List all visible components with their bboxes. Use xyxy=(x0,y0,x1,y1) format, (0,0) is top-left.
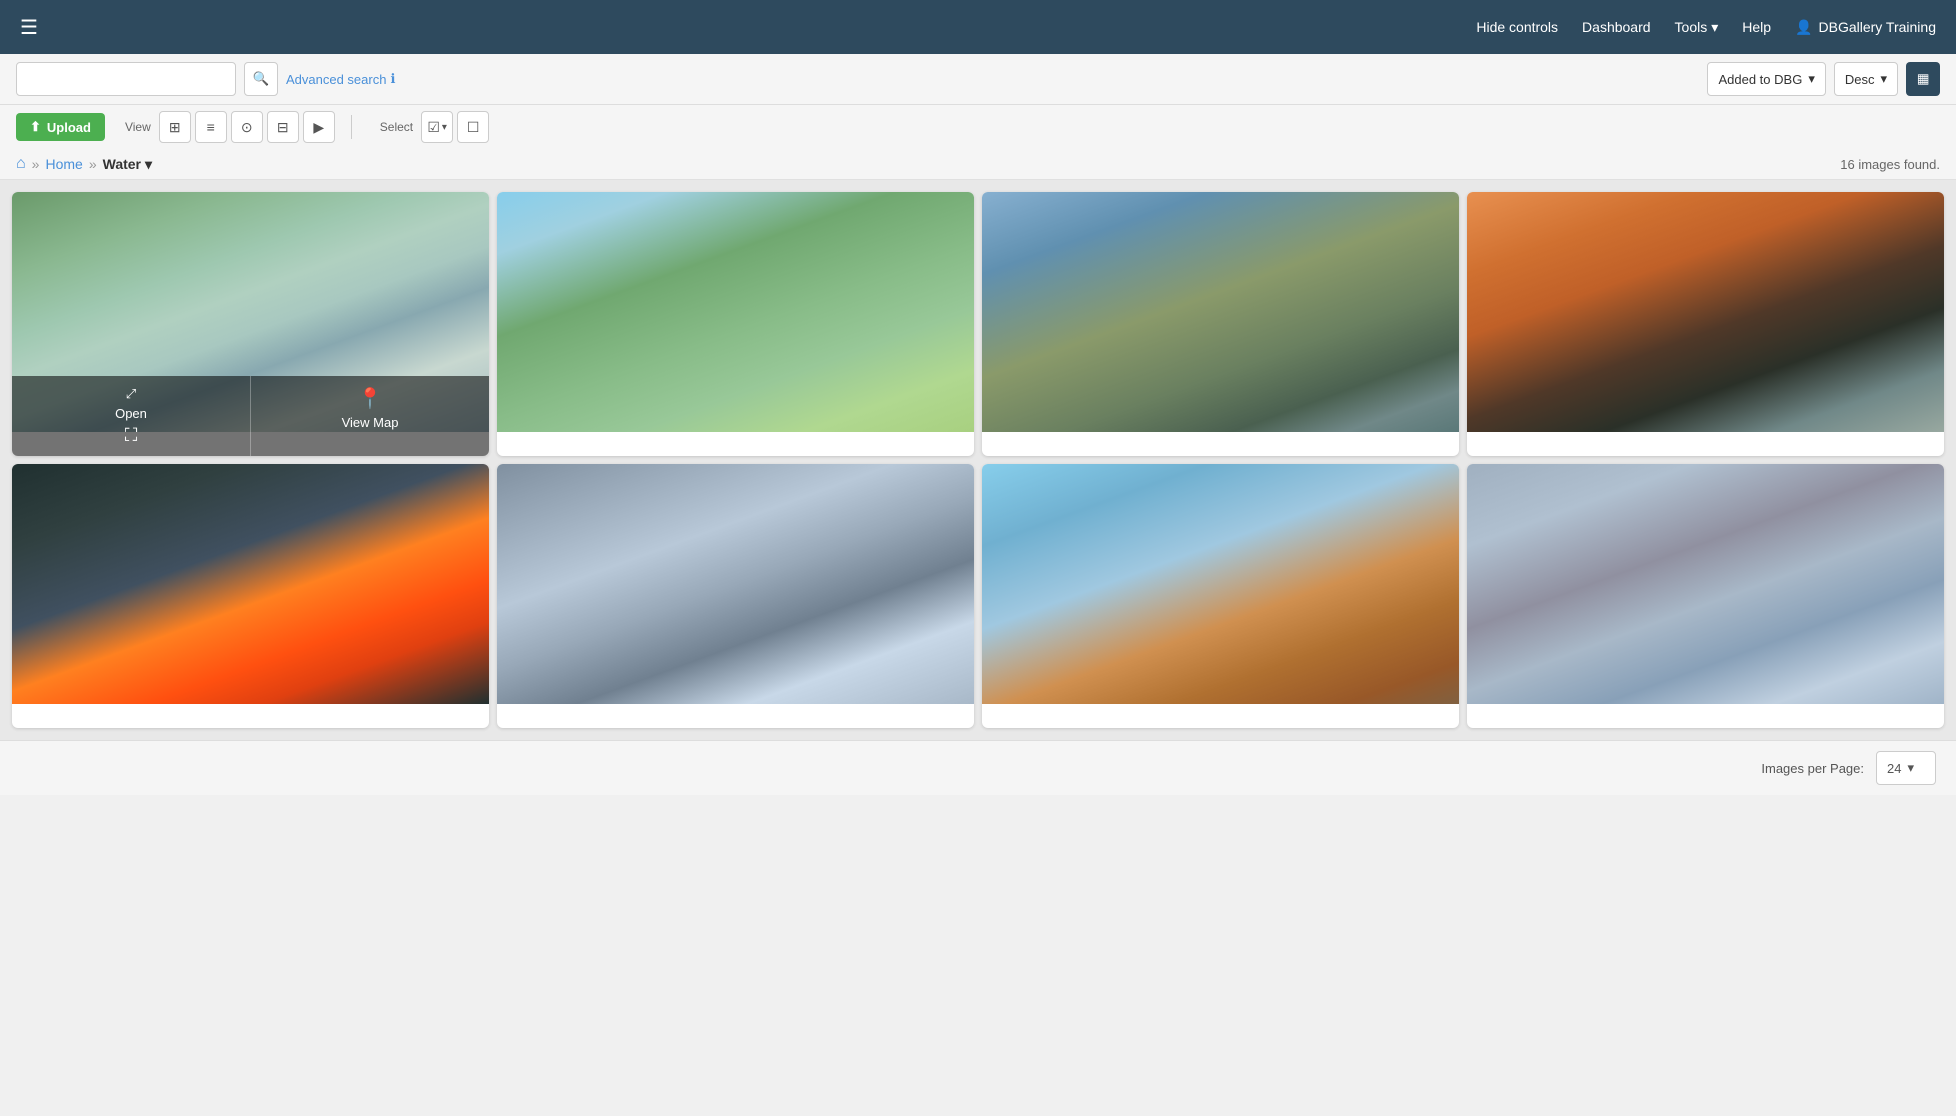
map-pin-icon: 📍 xyxy=(358,386,383,411)
masonry-view-icon-btn[interactable]: ⊟ xyxy=(267,111,299,143)
view-map-button[interactable]: 📍 View Map xyxy=(251,376,489,456)
open-label: Open xyxy=(115,406,147,421)
sort-by-dropdown[interactable]: Added to DBG ▾ xyxy=(1707,62,1825,96)
tools-menu[interactable]: Tools ▾ xyxy=(1675,19,1719,36)
advanced-search-label: Advanced search xyxy=(286,72,386,87)
advanced-search-link[interactable]: Advanced search ℹ xyxy=(286,71,395,87)
select-buttons: ☑ ▾ ☐ xyxy=(421,111,489,143)
controls-bar: ⬆ Upload View ⊞ ≡ ⊙ ⊟ ▶ Select ☑ ▾ ☐ xyxy=(0,105,1956,149)
open-expand-icon: ⤢ xyxy=(126,386,136,402)
sort-by-label: Added to DBG xyxy=(1718,72,1802,87)
open-button[interactable]: ⤢ Open ⛶ xyxy=(12,376,251,456)
breadcrumb-bar: ⌂ » Home » Water ▾ 16 images found. xyxy=(0,149,1956,180)
select-checkbox-btn[interactable]: ☑ ▾ xyxy=(421,111,453,143)
gallery-item[interactable] xyxy=(982,192,1459,456)
upload-arrow-icon: ⬆ xyxy=(30,119,41,135)
user-icon: 👤 xyxy=(1795,19,1812,36)
search-input[interactable] xyxy=(16,62,236,96)
gallery-image xyxy=(1467,192,1944,432)
header: ☰ Hide controls Dashboard Tools ▾ Help 👤… xyxy=(0,0,1956,54)
sort-order-label: Desc xyxy=(1845,72,1875,87)
select-label: Select xyxy=(380,120,413,134)
breadcrumb-current-label[interactable]: Water xyxy=(103,156,141,172)
images-count: 16 images found. xyxy=(1840,157,1940,172)
home-icon[interactable]: ⌂ xyxy=(16,155,26,173)
help-link[interactable]: Help xyxy=(1742,19,1771,35)
gallery-image xyxy=(1467,464,1944,704)
header-right: Hide controls Dashboard Tools ▾ Help 👤 D… xyxy=(1476,19,1936,36)
sort-order-dropdown[interactable]: Desc ▾ xyxy=(1834,62,1898,96)
grid-view-button[interactable]: ▦ xyxy=(1906,62,1940,96)
list-view-icon-btn[interactable]: ≡ xyxy=(195,111,227,143)
breadcrumb-current: Water ▾ xyxy=(103,156,152,173)
hide-controls-link[interactable]: Hide controls xyxy=(1476,19,1558,35)
tools-arrow-icon: ▾ xyxy=(1711,19,1718,36)
separator xyxy=(351,115,352,139)
gallery-item[interactable] xyxy=(497,192,974,456)
expand-icon: ⛶ xyxy=(125,425,138,446)
gallery-item[interactable] xyxy=(982,464,1459,728)
gallery-item[interactable] xyxy=(497,464,974,728)
sort-by-arrow-icon: ▾ xyxy=(1808,71,1815,87)
gallery-overlay: ⤢ Open ⛶ 📍 View Map xyxy=(12,376,489,456)
checkbox-icon: ☑ xyxy=(427,119,440,136)
slideshow-view-icon-btn[interactable]: ▶ xyxy=(303,111,335,143)
breadcrumb-sep-1: » xyxy=(32,156,40,172)
user-name-label: DBGallery Training xyxy=(1819,19,1937,35)
grid-view-icon: ▦ xyxy=(1917,71,1930,87)
view-buttons: ⊞ ≡ ⊙ ⊟ ▶ xyxy=(159,111,335,143)
footer: Images per Page: 24 ▾ xyxy=(0,740,1956,795)
select-dropdown-icon: ▾ xyxy=(442,122,447,133)
header-left: ☰ xyxy=(20,15,38,40)
per-page-label: Images per Page: xyxy=(1761,761,1864,776)
gallery-item[interactable] xyxy=(12,464,489,728)
gallery-image xyxy=(12,464,489,704)
gallery-image xyxy=(982,192,1459,432)
gallery-image xyxy=(497,192,974,432)
view-map-label: View Map xyxy=(342,415,399,430)
gallery-item[interactable] xyxy=(1467,192,1944,456)
upload-button[interactable]: ⬆ Upload xyxy=(16,113,105,141)
gallery-item[interactable] xyxy=(1467,464,1944,728)
sort-order-arrow-icon: ▾ xyxy=(1880,71,1887,87)
tools-label: Tools xyxy=(1675,19,1708,35)
upload-label: Upload xyxy=(47,120,91,135)
toolbar: 🔍 Advanced search ℹ Added to DBG ▾ Desc … xyxy=(0,54,1956,105)
select-all-btn[interactable]: ☐ xyxy=(457,111,489,143)
map-view-icon-btn[interactable]: ⊙ xyxy=(231,111,263,143)
per-page-arrow-icon: ▾ xyxy=(1907,760,1914,776)
info-icon: ℹ xyxy=(390,71,395,87)
view-label: View xyxy=(125,120,151,134)
gallery-grid: ⤢ Open ⛶ 📍 View Map xyxy=(0,180,1956,740)
hamburger-icon[interactable]: ☰ xyxy=(20,15,38,40)
search-area: 🔍 Advanced search ℹ xyxy=(16,62,395,96)
gallery-image xyxy=(497,464,974,704)
dashboard-link[interactable]: Dashboard xyxy=(1582,19,1651,35)
per-page-dropdown[interactable]: 24 ▾ xyxy=(1876,751,1936,785)
breadcrumb-left: ⌂ » Home » Water ▾ xyxy=(16,155,152,173)
per-page-value: 24 xyxy=(1887,761,1901,776)
grid-view-icon-btn[interactable]: ⊞ xyxy=(159,111,191,143)
search-button[interactable]: 🔍 xyxy=(244,62,278,96)
user-menu[interactable]: 👤 DBGallery Training xyxy=(1795,19,1936,36)
gallery-image xyxy=(982,464,1459,704)
breadcrumb-sep-2: » xyxy=(89,156,97,172)
search-icon: 🔍 xyxy=(253,71,270,87)
gallery-item[interactable]: ⤢ Open ⛶ 📍 View Map xyxy=(12,192,489,456)
breadcrumb-home-link[interactable]: Home xyxy=(45,156,82,172)
breadcrumb-dropdown-icon[interactable]: ▾ xyxy=(145,156,152,173)
sort-area: Added to DBG ▾ Desc ▾ ▦ xyxy=(1707,62,1940,96)
